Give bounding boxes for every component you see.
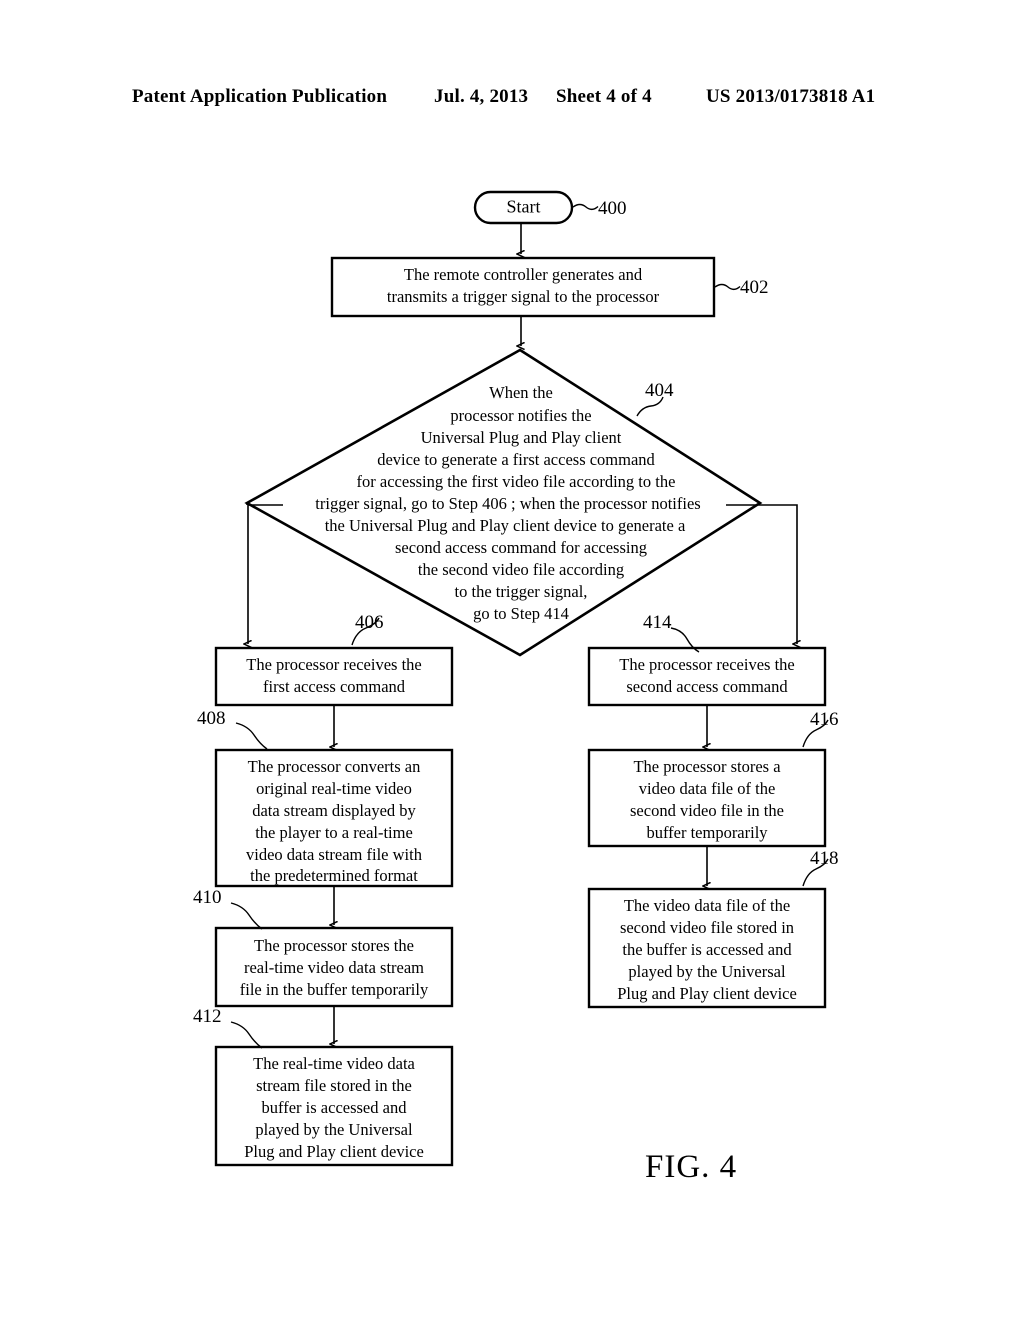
leader-line-412 (230, 1021, 263, 1049)
node-404-line-3: Universal Plug and Play client (421, 428, 622, 447)
node-418-line-5: Plug and Play client device (617, 984, 797, 1003)
node-408-line-6: the predetermined format (250, 866, 418, 885)
node-408-line-5: video data stream file with (246, 845, 423, 864)
ref-number-406: 406 (355, 612, 384, 633)
node-404-line-7: the Universal Plug and Play client devic… (325, 516, 686, 535)
node-416-line-4: buffer temporarily (646, 823, 768, 842)
ref-number-400: 400 (598, 198, 627, 219)
node-box-412: The real-time video data stream file sto… (214, 1045, 454, 1167)
node-412-line-4: played by the Universal (255, 1120, 413, 1139)
connector-404-to-406 (248, 504, 283, 644)
node-408-line-4: the player to a real-time (255, 823, 413, 842)
node-414-line-1: The processor receives the (619, 655, 794, 674)
figure-caption: FIG. 4 (645, 1149, 737, 1185)
node-418-line-4: played by the Universal (628, 962, 786, 981)
node-412-line-5: Plug and Play client device (244, 1142, 424, 1161)
node-box-408: The processor converts an original real-… (214, 748, 454, 888)
ref-number-402: 402 (740, 277, 769, 298)
node-404-line-10: to the trigger signal, (455, 582, 588, 601)
node-start-400: Start (473, 190, 574, 225)
node-404-line-8: second access command for accessing (395, 538, 647, 557)
node-418-line-3: the buffer is accessed and (622, 940, 792, 959)
node-box-410: The processor stores the real-time video… (214, 926, 454, 1008)
node-402-line-1: The remote controller generates and (404, 265, 643, 284)
node-408-line-2: original real-time video (256, 779, 412, 798)
node-408-line-3: data stream displayed by (252, 801, 416, 820)
node-410-line-3: file in the buffer temporarily (240, 980, 429, 999)
leader-line-410 (230, 902, 263, 930)
leader-line-400 (572, 203, 599, 211)
node-box-418: The video data file of the second video … (587, 887, 827, 1009)
node-404-line-5: for accessing the first video file accor… (357, 472, 676, 491)
flowchart-figure: Start 400 The remote controller generate… (0, 0, 1024, 1320)
leader-line-408 (235, 722, 268, 750)
node-404-line-11: go to Step 414 (473, 604, 569, 623)
ref-number-408: 408 (197, 708, 226, 729)
node-404-line-9: the second video file according (418, 560, 624, 579)
node-402-line-2: transmits a trigger signal to the proces… (387, 287, 660, 306)
node-start-label: Start (507, 197, 541, 217)
ref-number-414: 414 (643, 612, 672, 633)
node-418-line-2: second video file stored in (620, 918, 794, 937)
node-416-line-1: The processor stores a (633, 757, 781, 776)
node-box-416: The processor stores a video data file o… (587, 748, 827, 848)
node-410-line-1: The processor stores the (254, 936, 414, 955)
ref-number-416: 416 (810, 709, 839, 730)
node-box-402: The remote controller generates and tran… (330, 256, 716, 318)
node-416-line-2: video data file of the (639, 779, 776, 798)
node-412-line-2: stream file stored in the (256, 1076, 412, 1095)
connector-404-to-414 (726, 504, 797, 644)
node-diamond-404: When the processor notifies the Universa… (244, 348, 763, 657)
ref-number-412: 412 (193, 1006, 222, 1027)
node-416-line-3: second video file in the (630, 801, 784, 820)
node-410-line-2: real-time video data stream (244, 958, 424, 977)
node-412-line-1: The real-time video data (253, 1054, 415, 1073)
node-404-line-4: device to generate a first access comman… (377, 450, 655, 469)
node-418-line-1: The video data file of the (624, 896, 790, 915)
node-406-line-2: first access command (263, 677, 406, 696)
ref-number-410: 410 (193, 887, 222, 908)
node-404-line-1: When the (489, 383, 553, 402)
ref-number-418: 418 (810, 848, 839, 869)
node-box-414: The processor receives the second access… (587, 646, 827, 707)
node-412-line-3: buffer is accessed and (262, 1098, 408, 1117)
node-404-line-6: trigger signal, go to Step 406 ; when th… (315, 494, 700, 513)
node-404-line-2: processor notifies the (450, 406, 591, 425)
node-406-line-1: The processor receives the (246, 655, 421, 674)
node-box-406: The processor receives the first access … (214, 646, 454, 707)
node-414-line-2: second access command (626, 677, 788, 696)
node-408-line-1: The processor converts an (248, 757, 421, 776)
ref-number-404: 404 (645, 380, 674, 401)
leader-line-402 (714, 283, 741, 291)
